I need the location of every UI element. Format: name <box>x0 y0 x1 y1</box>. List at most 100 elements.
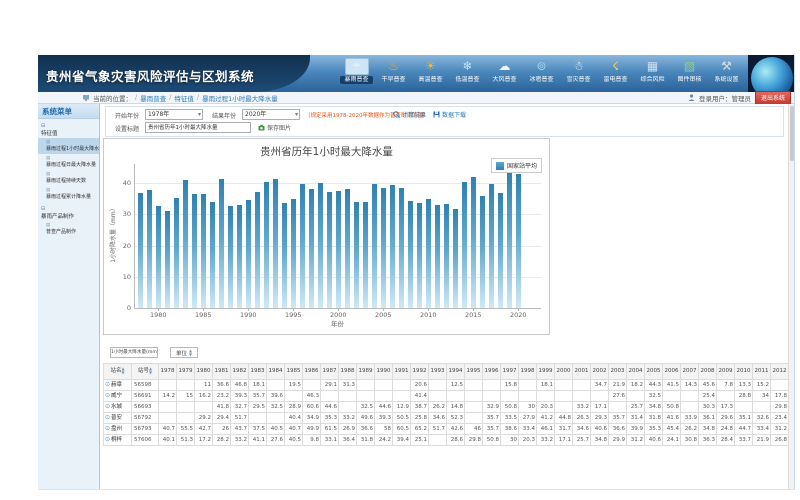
table-header-year: 1978 <box>159 364 177 380</box>
save-disk-icon <box>433 111 440 118</box>
document-icon: ▤ <box>46 172 97 177</box>
station-name-cell: ⊙威宁 <box>104 391 132 402</box>
table-cell: 29.8 <box>771 402 789 413</box>
chart-bar <box>327 192 333 308</box>
sidebar-item[interactable]: ▤普查产品制作 <box>38 221 99 237</box>
chart-bar <box>255 192 261 308</box>
y-tick-label: 40 <box>106 179 131 187</box>
y-axis-line <box>134 164 135 308</box>
gridline <box>135 183 541 184</box>
sort-arrows-icon[interactable]: ▲▼ <box>149 367 152 374</box>
toolbar-item-label: 图件审核 <box>671 76 708 84</box>
station-name-cell: ⊙水城 <box>104 402 132 413</box>
globe-icon <box>751 57 793 92</box>
breadcrumb-link[interactable]: 特征值 <box>174 93 194 103</box>
sidebar-item[interactable]: ▤暴雨过程1小时最大降水量 <box>38 138 99 154</box>
table-cell: 27.9 <box>519 413 537 424</box>
chart-bar <box>291 199 297 308</box>
toolbar-item-rainstorm[interactable]: ☂暴雨普查 <box>338 56 375 91</box>
sort-arrows-icon[interactable]: ▲▼ <box>121 367 124 374</box>
table-cell: 34.9 <box>303 413 321 424</box>
table-header-year: 1981 <box>213 364 231 380</box>
table-cell: 27.6 <box>609 391 627 402</box>
table-cell <box>393 391 411 402</box>
toolbar-item-snow[interactable]: ☃雪灾普查 <box>560 56 597 91</box>
toolbar-item-comprehensive-risk[interactable]: ▦综合风险 <box>634 56 671 91</box>
toolbar-item-drought[interactable]: ♨干旱普查 <box>375 56 412 91</box>
data-download-link[interactable]: 数据下载 <box>433 110 466 119</box>
calc-result-link[interactable]: 计算结果 <box>393 110 426 119</box>
toolbar-item-map-review[interactable]: ▧图件审核 <box>671 56 708 91</box>
chart-bar <box>138 193 144 308</box>
table-cell: 40.7 <box>285 424 303 435</box>
table-filter-box[interactable]: 1小时最大降水量(mm) <box>110 347 158 358</box>
toolbar-item-low-temp[interactable]: ❄低温普查 <box>449 56 486 91</box>
table-header-id[interactable]: 站号▲▼ <box>132 364 159 380</box>
table-cell: 26.9 <box>339 424 357 435</box>
table-header-year: 1995 <box>465 364 483 380</box>
chart-title-input[interactable]: 贵州省历年1小时最大降水量 <box>145 122 251 133</box>
table-cell: 44.6 <box>375 402 393 413</box>
expand-icon[interactable]: ⊙ <box>105 403 110 410</box>
table-cell: 33.2 <box>231 435 249 446</box>
table-cell: 34.8 <box>645 402 663 413</box>
chart-bar <box>372 184 378 308</box>
table-cell: 25.7 <box>573 435 591 446</box>
table-cell: 33.2 <box>537 435 555 446</box>
logout-button[interactable]: 退出系统 <box>755 91 791 105</box>
table-cell: 12.5 <box>447 380 465 391</box>
table-cell: 45.6 <box>699 380 717 391</box>
table-cell: 65.2 <box>411 424 429 435</box>
chart-bar <box>246 200 252 308</box>
sidebar-group[interactable]: ⊟特征值 <box>41 123 99 137</box>
vertical-scrollbar[interactable] <box>788 104 794 489</box>
table-cell: 29.2 <box>195 413 213 424</box>
table-header-station[interactable]: 站名▲▼ <box>104 364 132 380</box>
camera-icon <box>258 124 265 131</box>
table-header-year: 2004 <box>627 364 645 380</box>
table-cell <box>663 391 681 402</box>
table-cell <box>501 391 519 402</box>
chart-bar <box>390 185 396 308</box>
unit-dropdown[interactable]: 单位 ▲▼ <box>170 347 198 358</box>
earth-graphic <box>748 55 794 92</box>
table-cell: 35.7 <box>483 424 501 435</box>
table-header-year: 1985 <box>285 364 303 380</box>
table-cell: 46.8 <box>231 380 249 391</box>
toolbar-item-label: 系统设置 <box>708 76 745 84</box>
sidebar-item[interactable]: ▤暴雨过程日最大降水量 <box>38 154 99 170</box>
table-row: ⊙普安5679229.229.451.740.434.935.333.249.6… <box>104 413 789 424</box>
toolbar-item-hail[interactable]: ⊚冰雹普查 <box>523 56 560 91</box>
toolbar-item-gale[interactable]: ☁大风普查 <box>486 56 523 91</box>
expand-icon[interactable]: ⊙ <box>105 425 110 432</box>
sidebar-item[interactable]: ▤暴雨过程持续天数 <box>38 170 99 186</box>
table-cell: 34.6 <box>429 413 447 424</box>
x-tick-label: 1980 <box>146 311 170 319</box>
end-year-select[interactable]: 2020年▾ <box>242 109 300 120</box>
table-cell <box>753 402 771 413</box>
chart-bar <box>507 171 513 308</box>
sort-arrows-icon[interactable]: ▲▼ <box>189 349 192 356</box>
x-tick-label: 1985 <box>191 311 215 319</box>
sidebar-item[interactable]: ▤暴雨过程累计降水量 <box>38 186 99 202</box>
expand-icon[interactable]: ⊙ <box>105 381 110 388</box>
scrollbar-thumb[interactable] <box>790 106 794 161</box>
breadcrumb-link[interactable]: 暴雨普查 <box>140 93 166 103</box>
table-cell: 49.6 <box>357 413 375 424</box>
save-image-link[interactable]: 保存图片 <box>258 123 291 132</box>
toolbar-item-system-settings[interactable]: ⚒系统设置 <box>708 56 745 91</box>
toolbar-item-high-temp[interactable]: ☀高温普查 <box>412 56 449 91</box>
expand-icon[interactable]: ⊙ <box>105 436 110 443</box>
table-cell: 40.6 <box>591 424 609 435</box>
table-cell: 20.3 <box>537 402 555 413</box>
toolbar-item-lightning[interactable]: ☇雷电普查 <box>597 56 634 91</box>
sidebar-group[interactable]: ⊟暴雨产品制作 <box>41 206 99 220</box>
breadcrumb-bar: 当前的位置： /暴雨普查/特征值/暴雨过程1小时最大降水量 登录用户：管理员 退… <box>38 92 794 104</box>
table-cell: 41.5 <box>663 380 681 391</box>
breadcrumb-link[interactable]: 暴雨过程1小时最大降水量 <box>202 93 278 103</box>
breadcrumb: 当前的位置： /暴雨普查/特征值/暴雨过程1小时最大降水量 <box>38 93 688 103</box>
table-cell <box>483 391 501 402</box>
expand-icon[interactable]: ⊙ <box>105 414 110 421</box>
expand-icon[interactable]: ⊙ <box>105 392 110 399</box>
start-year-select[interactable]: 1978年▾ <box>145 109 203 120</box>
